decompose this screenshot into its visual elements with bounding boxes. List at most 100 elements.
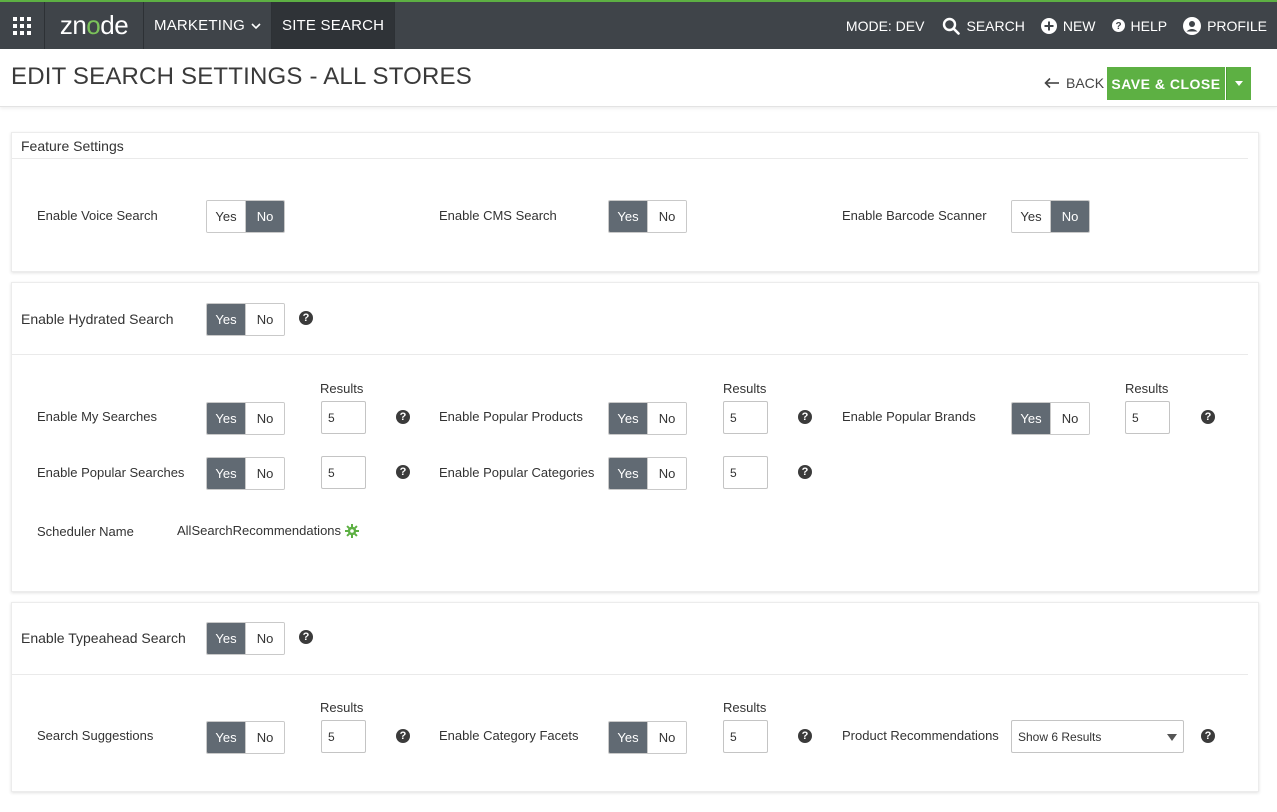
product-recommendations-label: Product Recommendations: [842, 728, 999, 743]
hydrated-search-help-icon[interactable]: ?: [299, 311, 313, 325]
logo-text-o: o: [86, 10, 101, 40]
nav-site-search-label: Site Search: [281, 17, 385, 34]
popular-products-help-icon[interactable]: ?: [798, 410, 812, 424]
barcode-scanner-toggle: Yes No: [1011, 200, 1090, 233]
znode-logo[interactable]: zn o de: [45, 2, 144, 49]
popular-brands-results-label: Results: [1125, 381, 1169, 396]
my-searches-no[interactable]: No: [246, 403, 284, 434]
my-searches-yes[interactable]: Yes: [207, 403, 246, 434]
typeahead-search-no[interactable]: No: [246, 623, 284, 654]
search-icon: [943, 17, 961, 35]
logo-text-start: zn: [59, 10, 87, 40]
popular-searches-results-input[interactable]: [321, 456, 366, 489]
popular-products-label: Enable Popular Products: [439, 409, 583, 424]
save-options-dropdown[interactable]: [1226, 67, 1251, 100]
search-suggestions-results-label: Results: [320, 700, 364, 715]
category-facets-no[interactable]: No: [648, 722, 686, 753]
nav-site-search[interactable]: Site Search: [271, 2, 396, 49]
nav-marketing-label: Marketing: [154, 17, 245, 34]
cms-search-no[interactable]: No: [648, 201, 686, 232]
my-searches-results-input[interactable]: [321, 401, 366, 434]
scheduler-name-link[interactable]: AllSearchRecommendations: [177, 523, 360, 538]
voice-search-toggle: Yes No: [206, 200, 285, 233]
cms-search-yes[interactable]: Yes: [609, 201, 648, 232]
nav-new[interactable]: New: [1033, 17, 1104, 34]
barcode-scanner-no[interactable]: No: [1051, 201, 1089, 232]
popular-brands-help-icon[interactable]: ?: [1201, 410, 1215, 424]
nav-help[interactable]: ? Help: [1104, 18, 1176, 34]
my-searches-label: Enable My Searches: [37, 409, 157, 424]
page-header: EDIT SEARCH SETTINGS - ALL STORES Back S…: [0, 49, 1277, 107]
popular-categories-no[interactable]: No: [648, 458, 686, 489]
typeahead-search-label: Enable Typeahead Search: [21, 630, 186, 646]
popular-categories-yes[interactable]: Yes: [609, 458, 648, 489]
category-facets-label: Enable Category Facets: [439, 728, 579, 743]
nav-profile[interactable]: Profile: [1175, 16, 1277, 35]
search-suggestions-help-icon[interactable]: ?: [396, 729, 410, 743]
hydrated-search-no[interactable]: No: [246, 304, 284, 335]
popular-searches-label: Enable Popular Searches: [37, 465, 185, 480]
back-label: Back: [1066, 75, 1105, 91]
product-recommendations-help-icon[interactable]: ?: [1201, 729, 1215, 743]
search-suggestions-toggle: Yes No: [206, 721, 285, 754]
search-suggestions-no[interactable]: No: [246, 722, 284, 753]
barcode-scanner-yes[interactable]: Yes: [1012, 201, 1051, 232]
caret-down-icon: [1235, 80, 1243, 86]
chevron-down-icon: [251, 22, 261, 29]
voice-search-label: Enable Voice Search: [37, 208, 158, 223]
hydrated-search-label: Enable Hydrated Search: [21, 311, 174, 327]
popular-searches-help-icon[interactable]: ?: [396, 465, 410, 479]
popular-products-no[interactable]: No: [648, 403, 686, 434]
app-grid-icon[interactable]: [0, 2, 45, 49]
popular-brands-label: Enable Popular Brands: [842, 409, 976, 424]
plus-circle-icon: [1040, 17, 1057, 34]
my-searches-results-label: Results: [320, 381, 364, 396]
search-suggestions-yes[interactable]: Yes: [207, 722, 246, 753]
feature-settings-panel: Feature Settings Enable Voice Search Yes…: [11, 132, 1259, 272]
popular-categories-label: Enable Popular Categories: [439, 465, 595, 480]
search-suggestions-results-input[interactable]: [321, 720, 366, 753]
category-facets-results-input[interactable]: [723, 720, 768, 753]
popular-categories-help-icon[interactable]: ?: [798, 465, 812, 479]
popular-brands-no[interactable]: No: [1051, 403, 1089, 434]
barcode-scanner-label: Enable Barcode Scanner: [842, 208, 987, 223]
hydrated-search-toggle: Yes No: [206, 303, 285, 336]
back-button[interactable]: Back: [1044, 75, 1104, 91]
popular-brands-toggle: Yes No: [1011, 402, 1090, 435]
popular-searches-no[interactable]: No: [246, 458, 284, 489]
popular-categories-toggle: Yes No: [608, 457, 687, 490]
typeahead-search-help-icon[interactable]: ?: [299, 630, 313, 644]
voice-search-yes[interactable]: Yes: [207, 201, 246, 232]
popular-products-yes[interactable]: Yes: [609, 403, 648, 434]
popular-products-results-input[interactable]: [723, 401, 768, 434]
popular-products-toggle: Yes No: [608, 402, 687, 435]
nav-marketing[interactable]: Marketing: [144, 2, 272, 49]
nav-search[interactable]: Search: [934, 17, 1032, 35]
category-facets-yes[interactable]: Yes: [609, 722, 648, 753]
popular-searches-yes[interactable]: Yes: [207, 458, 246, 489]
user-circle-icon: [1183, 16, 1202, 35]
typeahead-search-yes[interactable]: Yes: [207, 623, 246, 654]
feature-settings-title: Feature Settings: [21, 138, 124, 154]
hydrated-search-panel: Enable Hydrated Search Yes No ? Enable M…: [11, 282, 1259, 592]
cms-search-toggle: Yes No: [608, 200, 687, 233]
typeahead-search-toggle: Yes No: [206, 622, 285, 655]
category-facets-results-label: Results: [723, 700, 767, 715]
voice-search-no[interactable]: No: [246, 201, 284, 232]
my-searches-help-icon[interactable]: ?: [396, 410, 410, 424]
search-suggestions-label: Search Suggestions: [37, 728, 154, 743]
scheduler-name-value: AllSearchRecommendations: [177, 523, 342, 538]
category-facets-help-icon[interactable]: ?: [798, 729, 812, 743]
save-close-button[interactable]: Save & Close: [1107, 67, 1225, 100]
nav-new-label: New: [1062, 17, 1096, 34]
product-recommendations-select[interactable]: Show 6 Results: [1011, 720, 1184, 753]
nav-help-label: Help: [1130, 17, 1168, 34]
category-facets-toggle: Yes No: [608, 721, 687, 754]
cms-search-label: Enable CMS Search: [439, 208, 557, 223]
popular-brands-yes[interactable]: Yes: [1012, 403, 1051, 434]
product-recommendations-value: Show 6 Results: [1018, 729, 1102, 744]
mode-indicator: Mode: DEV: [845, 17, 925, 34]
popular-brands-results-input[interactable]: [1125, 401, 1170, 434]
popular-categories-results-input[interactable]: [723, 456, 768, 489]
hydrated-search-yes[interactable]: Yes: [207, 304, 246, 335]
